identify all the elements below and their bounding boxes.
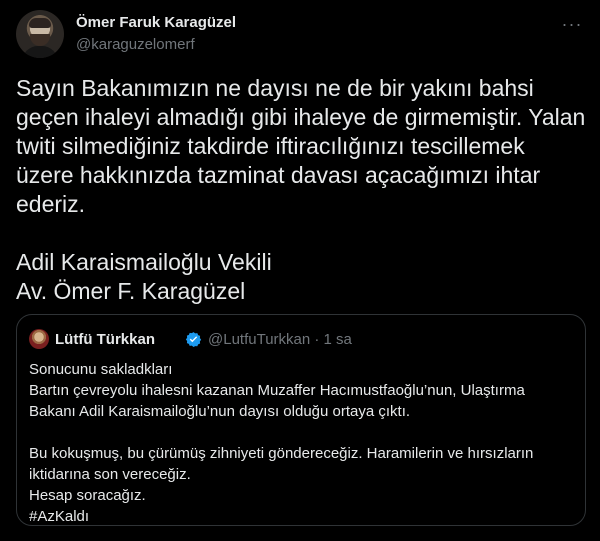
quoted-line: Bakanı Adil Karaismailoğlu’nun dayısı ol… (29, 403, 411, 420)
tweet-line: twiti silmediğiniz takdirde iftiracılığı… (16, 133, 525, 159)
quoted-tweet[interactable]: Lütfü Türkkan @LutfuTurkkan · 1 sa Sonuc… (16, 314, 586, 526)
tweet-signature-line: Av. Ömer F. Karagüzel (16, 278, 246, 304)
avatar-beard (30, 34, 50, 46)
avatar-body (22, 46, 58, 58)
verified-badge-icon (185, 332, 202, 347)
quoted-line: Bartın çevreyolu ihalesni kazanan Muzaff… (29, 382, 525, 399)
quoted-tweet-header: Lütfü Türkkan @LutfuTurkkan · 1 sa (29, 329, 569, 349)
quoted-tweet-text: Sonucunu sakladkları Bartın çevreyolu ih… (29, 359, 569, 527)
quoted-hashtag[interactable]: #AzKaldı (29, 506, 569, 527)
more-options-icon[interactable]: ··· (558, 12, 586, 36)
tweet-text: Sayın Bakanımızın ne dayısı ne de bir ya… (16, 74, 586, 306)
quoted-line: Bu kokuşmuş, bu çürümüş zihniyeti gönder… (29, 445, 534, 462)
tweet-line: üzere hakkınızda tazminat davası açacağı… (16, 162, 541, 188)
author-name[interactable]: Ömer Faruk Karagüzel (76, 14, 236, 31)
tweet-line: ederiz. (16, 191, 86, 217)
quoted-author-handle-time: @LutfuTurkkan · 1 sa (208, 331, 352, 348)
tweet-line: Sayın Bakanımızın ne dayısı ne de bir ya… (16, 75, 534, 101)
tweet-line: geçen ihaleyi almadığı gibi ihaleye de g… (16, 104, 586, 130)
quoted-line: Sonucunu sakladkları (29, 361, 173, 378)
author-handle[interactable]: @karaguzelomerf (76, 36, 195, 53)
author-avatar[interactable] (16, 10, 64, 58)
quoted-line: Hesap soracağız. (29, 487, 146, 504)
tweet-signature-line: Adil Karaismailoğlu Vekili (16, 249, 272, 275)
avatar-hair (29, 18, 51, 28)
tweet-header: Ömer Faruk Karagüzel @karaguzelomerf ··· (16, 10, 586, 60)
quoted-author-avatar (29, 329, 49, 349)
quoted-line: iktidarına son vereceğiz. (29, 466, 191, 483)
quoted-author-name: Lütfü Türkkan (55, 331, 155, 348)
